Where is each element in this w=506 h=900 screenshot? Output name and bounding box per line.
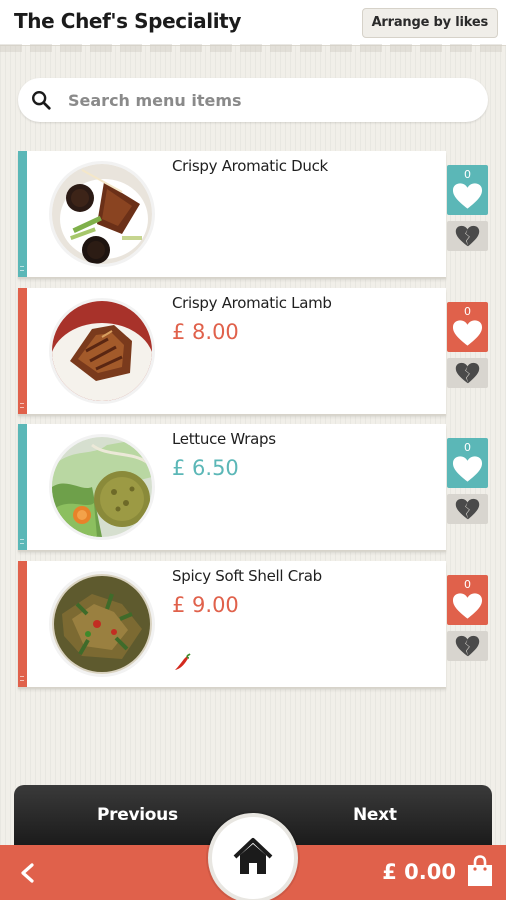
page-title: The Chef's Speciality (14, 9, 241, 33)
dish-photo (49, 434, 155, 540)
like-button[interactable]: 0 (447, 575, 488, 625)
menu-item-card[interactable]: Crispy Aromatic Duck (18, 151, 446, 277)
previous-button[interactable]: Previous (97, 805, 178, 825)
dish-name: Crispy Aromatic Lamb (172, 294, 332, 312)
dish-photo (49, 298, 155, 404)
like-count: 0 (464, 578, 471, 591)
home-button[interactable] (208, 813, 298, 900)
dish-price: £ 8.00 (172, 320, 239, 344)
heart-icon (452, 183, 483, 209)
like-count: 0 (464, 305, 471, 318)
heart-icon (452, 456, 483, 482)
card-accent-stripe (18, 424, 27, 550)
dish-photo (49, 571, 155, 677)
like-button[interactable]: 0 (447, 302, 488, 352)
dish-price: £ 9.00 (172, 593, 239, 617)
heart-icon (452, 593, 483, 619)
dish-price: £ 6.50 (172, 456, 239, 480)
basket-total: £ 0.00 (382, 860, 456, 884)
broken-heart-icon (455, 225, 480, 247)
dislike-button[interactable] (447, 358, 488, 388)
home-icon (233, 838, 273, 874)
chili-icon (175, 653, 191, 670)
card-accent-stripe (18, 288, 27, 414)
like-count: 0 (464, 441, 471, 454)
arrange-by-likes-button[interactable]: Arrange by likes (361, 8, 498, 38)
shopping-bag-icon[interactable] (466, 855, 494, 887)
header-bar: The Chef's Speciality Arrange by likes (0, 0, 506, 46)
back-arrow-icon[interactable] (17, 862, 39, 884)
card-accent-stripe (18, 151, 27, 277)
search-bar[interactable] (18, 78, 488, 122)
card-accent-stripe (18, 561, 27, 687)
menu-item-card[interactable]: Lettuce Wraps £ 6.50 (18, 424, 446, 550)
dislike-button[interactable] (447, 631, 488, 661)
dislike-button[interactable] (447, 494, 488, 524)
dislike-button[interactable] (447, 221, 488, 251)
menu-item-card[interactable]: Crispy Aromatic Lamb £ 8.00 (18, 288, 446, 414)
broken-heart-icon (455, 498, 480, 520)
dish-photo (49, 161, 155, 267)
like-controls: 0 (447, 438, 488, 524)
heart-icon (452, 320, 483, 346)
dish-name: Spicy Soft Shell Crab (172, 567, 322, 585)
broken-heart-icon (455, 635, 480, 657)
like-controls: 0 (447, 575, 488, 661)
menu-item-card[interactable]: Spicy Soft Shell Crab £ 9.00 (18, 561, 446, 687)
like-button[interactable]: 0 (447, 438, 488, 488)
decorative-stitch (0, 44, 506, 52)
next-button[interactable]: Next (353, 805, 397, 825)
like-count: 0 (464, 168, 471, 181)
dish-name: Lettuce Wraps (172, 430, 276, 448)
dish-name: Crispy Aromatic Duck (172, 157, 328, 175)
search-input[interactable] (68, 88, 468, 112)
like-controls: 0 (447, 165, 488, 251)
like-button[interactable]: 0 (447, 165, 488, 215)
broken-heart-icon (455, 362, 480, 384)
like-controls: 0 (447, 302, 488, 388)
search-icon (32, 91, 51, 110)
